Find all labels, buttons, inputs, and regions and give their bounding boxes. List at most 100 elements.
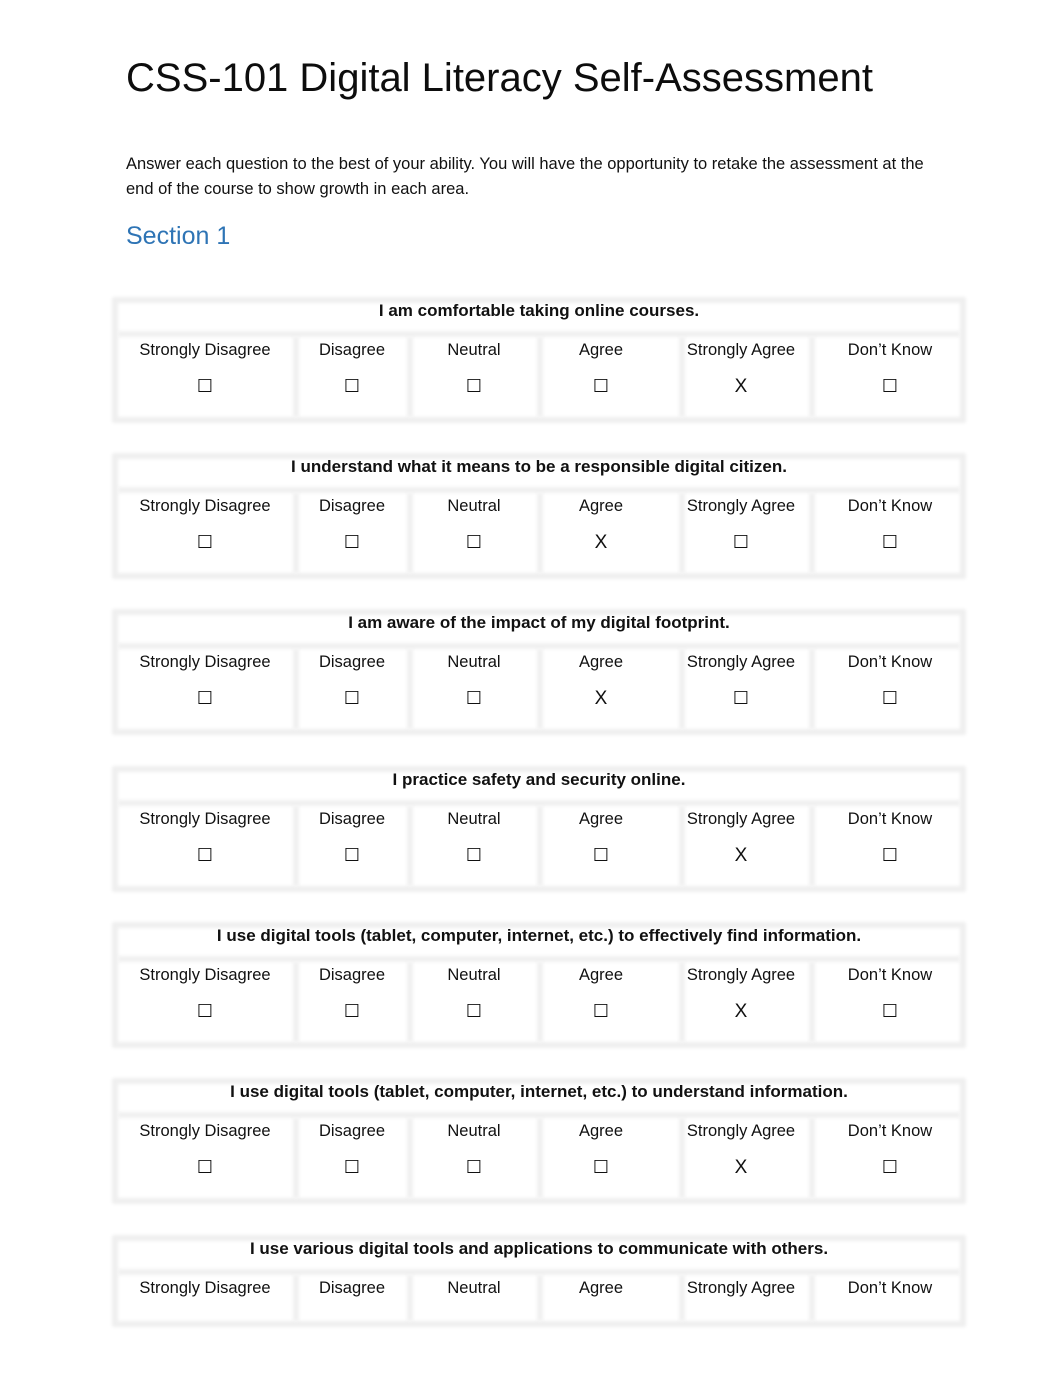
checkbox-icon[interactable]: ☐ bbox=[297, 376, 407, 397]
option-label: Neutral bbox=[447, 341, 501, 359]
option-cell: Strongly Agree bbox=[666, 1275, 816, 1321]
checkbox-icon[interactable]: ☐ bbox=[825, 376, 955, 397]
option-cell: Agree ☐ bbox=[541, 962, 661, 1042]
option-cell: Neutral ☐ bbox=[419, 962, 529, 1042]
option-cell: Disagree ☐ bbox=[297, 649, 407, 729]
checkbox-icon[interactable]: ☐ bbox=[419, 1001, 529, 1022]
column-divider bbox=[407, 649, 413, 729]
option-cell: Strongly Disagree ☐ bbox=[120, 337, 290, 417]
checkbox-icon[interactable]: ☐ bbox=[825, 532, 955, 553]
column-divider bbox=[407, 1275, 413, 1321]
question-text: I am comfortable taking online courses. bbox=[378, 301, 700, 320]
checkbox-icon[interactable]: ☐ bbox=[419, 688, 529, 709]
checkbox-icon[interactable]: ☐ bbox=[120, 1157, 290, 1178]
checkbox-icon[interactable]: ☐ bbox=[297, 1157, 407, 1178]
checkbox-icon[interactable]: ☐ bbox=[825, 845, 955, 866]
option-cell: Agree bbox=[541, 1275, 661, 1321]
checkbox-icon[interactable]: ☐ bbox=[120, 532, 290, 553]
option-label: Neutral bbox=[447, 497, 501, 515]
question-text: I use various digital tools and applicat… bbox=[249, 1239, 829, 1258]
checkbox-icon[interactable]: ☐ bbox=[541, 845, 661, 866]
checkbox-icon[interactable]: ☐ bbox=[419, 1157, 529, 1178]
option-cell: Strongly Disagree ☐ bbox=[120, 962, 290, 1042]
option-label: Strongly Disagree bbox=[139, 1122, 271, 1140]
option-label: Strongly Disagree bbox=[139, 497, 271, 515]
option-cell: Strongly Agree X bbox=[666, 962, 816, 1042]
checkbox-icon[interactable]: ☐ bbox=[120, 688, 290, 709]
option-cell: Strongly Disagree ☐ bbox=[120, 649, 290, 729]
checked-box-icon[interactable]: X bbox=[666, 376, 816, 398]
option-cell: Strongly Disagree ☐ bbox=[120, 1118, 290, 1198]
option-cell: Disagree ☐ bbox=[297, 806, 407, 886]
option-cell: Disagree bbox=[297, 1275, 407, 1321]
checked-box-icon[interactable]: X bbox=[541, 688, 661, 710]
checkbox-icon[interactable]: ☐ bbox=[120, 376, 290, 397]
question-table: I use digital tools (tablet, computer, i… bbox=[112, 1078, 966, 1204]
checked-box-icon[interactable]: X bbox=[666, 1157, 816, 1179]
page-title: CSS-101 Digital Literacy Self-Assessment bbox=[126, 56, 873, 100]
column-divider bbox=[407, 806, 413, 886]
checkbox-icon[interactable]: ☐ bbox=[541, 376, 661, 397]
option-label: Agree bbox=[578, 653, 624, 671]
option-cell: Agree X bbox=[541, 649, 661, 729]
option-cell: Strongly Agree X bbox=[666, 337, 816, 417]
option-cell: Don’t Know ☐ bbox=[825, 962, 955, 1042]
option-label: Don’t Know bbox=[847, 497, 933, 515]
option-cell: Agree X bbox=[541, 493, 661, 573]
question-table: I understand what it means to be a respo… bbox=[112, 453, 966, 579]
option-label: Strongly Agree bbox=[686, 341, 796, 359]
option-cell: Agree ☐ bbox=[541, 1118, 661, 1198]
option-cell: Strongly Disagree ☐ bbox=[120, 806, 290, 886]
column-divider bbox=[407, 1118, 413, 1198]
question-table: I practice safety and security online. St… bbox=[112, 766, 966, 892]
option-cell: Strongly Agree X bbox=[666, 806, 816, 886]
checked-box-icon[interactable]: X bbox=[666, 845, 816, 867]
checked-box-icon[interactable]: X bbox=[666, 1001, 816, 1023]
checkbox-icon[interactable]: ☐ bbox=[297, 845, 407, 866]
checkbox-icon[interactable]: ☐ bbox=[541, 1157, 661, 1178]
option-cell: Neutral bbox=[419, 1275, 529, 1321]
question-text: I use digital tools (tablet, computer, i… bbox=[216, 926, 862, 945]
option-label: Disagree bbox=[318, 1122, 386, 1140]
checkbox-icon[interactable]: ☐ bbox=[825, 688, 955, 709]
option-label: Agree bbox=[578, 966, 624, 984]
option-label: Don’t Know bbox=[847, 966, 933, 984]
option-label: Don’t Know bbox=[847, 653, 933, 671]
column-divider bbox=[407, 493, 413, 573]
checkbox-icon[interactable]: ☐ bbox=[419, 532, 529, 553]
option-label: Neutral bbox=[447, 1122, 501, 1140]
checkbox-icon[interactable]: ☐ bbox=[825, 1001, 955, 1022]
option-cell: Neutral ☐ bbox=[419, 1118, 529, 1198]
question-text: I am aware of the impact of my digital f… bbox=[348, 613, 730, 632]
checkbox-icon[interactable]: ☐ bbox=[120, 1001, 290, 1022]
checkbox-icon[interactable]: ☐ bbox=[297, 532, 407, 553]
option-label: Strongly Disagree bbox=[139, 966, 271, 984]
option-cell: Disagree ☐ bbox=[297, 1118, 407, 1198]
option-label: Strongly Disagree bbox=[139, 1279, 271, 1297]
option-cell: Strongly Disagree bbox=[120, 1275, 290, 1321]
checkbox-icon[interactable]: ☐ bbox=[419, 845, 529, 866]
option-label: Agree bbox=[578, 1279, 624, 1297]
question-text: I understand what it means to be a respo… bbox=[291, 457, 787, 476]
option-cell: Agree ☐ bbox=[541, 806, 661, 886]
checkbox-icon[interactable]: ☐ bbox=[297, 688, 407, 709]
option-label: Agree bbox=[578, 497, 624, 515]
checkbox-icon[interactable]: ☐ bbox=[297, 1001, 407, 1022]
checkbox-icon[interactable]: ☐ bbox=[666, 688, 816, 709]
option-label: Don’t Know bbox=[847, 810, 933, 828]
question-table: I use various digital tools and applicat… bbox=[112, 1235, 966, 1327]
checked-box-icon[interactable]: X bbox=[541, 532, 661, 554]
option-label: Strongly Agree bbox=[686, 1279, 796, 1297]
option-label: Disagree bbox=[318, 653, 386, 671]
option-label: Neutral bbox=[447, 966, 501, 984]
checkbox-icon[interactable]: ☐ bbox=[825, 1157, 955, 1178]
option-label: Disagree bbox=[318, 966, 386, 984]
checkbox-icon[interactable]: ☐ bbox=[666, 532, 816, 553]
option-label: Disagree bbox=[318, 497, 386, 515]
question-table: I am aware of the impact of my digital f… bbox=[112, 609, 966, 735]
checkbox-icon[interactable]: ☐ bbox=[541, 1001, 661, 1022]
option-cell: Don’t Know ☐ bbox=[825, 806, 955, 886]
option-cell: Strongly Agree ☐ bbox=[666, 493, 816, 573]
checkbox-icon[interactable]: ☐ bbox=[419, 376, 529, 397]
checkbox-icon[interactable]: ☐ bbox=[120, 845, 290, 866]
